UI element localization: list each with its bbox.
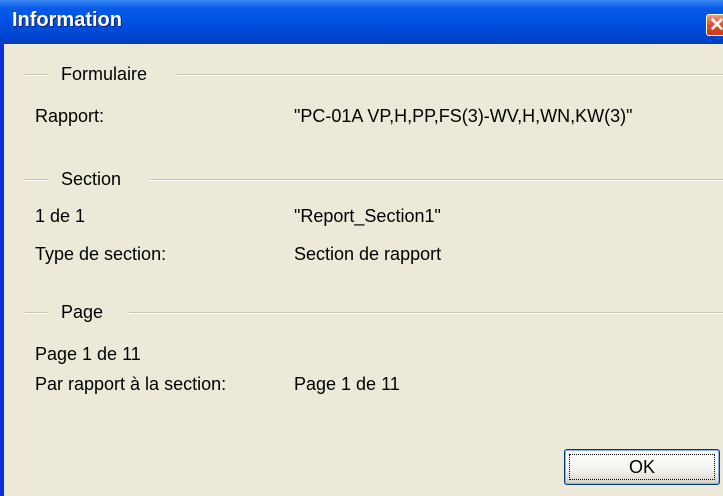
page-relative-value: Page 1 de 11	[294, 374, 400, 394]
close-icon: ✕	[709, 15, 723, 36]
section-type-label: Type de section:	[35, 244, 167, 264]
group-page: Page	[25, 302, 723, 322]
rapport-label: Rapport:	[35, 106, 105, 126]
group-label-page: Page	[61, 302, 104, 322]
group-divider	[129, 312, 723, 314]
page-number-label: Page 1 de 11	[35, 344, 141, 364]
ok-button-label: OK	[628, 457, 655, 477]
close-button[interactable]: ✕	[706, 14, 723, 36]
group-label-formulaire: Formulaire	[61, 64, 148, 84]
section-index-value: "Report_Section1"	[294, 206, 441, 226]
group-section: Section	[25, 169, 723, 189]
page-relative-label: Par rapport à la section:	[35, 374, 227, 394]
rapport-value: "PC-01A VP,H,PP,FS(3)-WV,H,WN,KW(3)"	[294, 106, 633, 126]
section-index-label: 1 de 1	[35, 206, 86, 226]
group-divider	[25, 179, 49, 181]
section-type-value: Section de rapport	[294, 244, 442, 264]
group-divider	[177, 74, 723, 76]
group-formulaire: Formulaire	[25, 64, 723, 84]
title-bar[interactable]: Information ✕	[0, 0, 723, 44]
group-label-section: Section	[61, 169, 122, 189]
information-dialog: Information ✕ Formulaire Rapport: "PC-01…	[0, 0, 723, 496]
dialog-body: Formulaire Rapport: "PC-01A VP,H,PP,FS(3…	[4, 44, 723, 496]
group-divider	[25, 74, 49, 76]
group-divider	[149, 179, 723, 181]
dialog-title: Information	[12, 9, 122, 31]
group-divider	[25, 312, 49, 314]
ok-button[interactable]: OK	[564, 449, 720, 485]
